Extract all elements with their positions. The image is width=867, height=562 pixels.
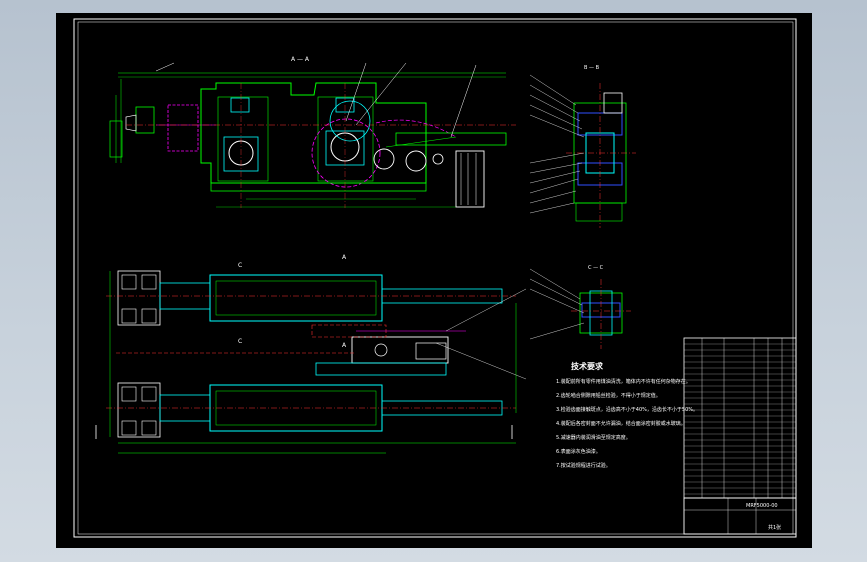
sheet-info: 共1张 <box>768 524 781 531</box>
view-section-b: B — B <box>529 65 636 228</box>
inner-frame <box>77 21 794 535</box>
drawing-number: MRF5000-00 <box>746 503 778 509</box>
view-plan: C A C A <box>95 254 527 454</box>
outer-frame <box>73 18 797 538</box>
tech-req-item-3: 3.检验齿面接触斑点，沿齿高不小于40%，沿齿长不小于50%。 <box>556 406 698 413</box>
tech-req-title: 技术要求 <box>571 361 604 371</box>
view-c-label: C — C <box>588 265 604 271</box>
view-section-a: A — A <box>109 56 516 208</box>
tech-req-item-2: 2.齿轮啮合侧隙用铅丝检验，不得小于规定值。 <box>556 392 661 399</box>
technical-requirements: 技术要求 1.装配前所有零件用煤油清洗，箱体内不许有任何杂物存在。 2.齿轮啮合… <box>556 361 698 469</box>
tech-req-item-1: 1.装配前所有零件用煤油清洗，箱体内不许有任何杂物存在。 <box>556 378 691 385</box>
title-block: MRF5000-00 共1张 <box>683 497 797 535</box>
cad-viewport[interactable]: A — A B — B C A C A C — C 技术要求 1.装配前所有零件… <box>56 13 812 548</box>
section-marker-c1: C <box>238 262 242 269</box>
tech-req-item-5: 5.减速器内装润滑油至规定高度。 <box>556 434 631 441</box>
section-marker-a2: A <box>342 342 347 349</box>
view-b-label: B — B <box>584 65 600 71</box>
assembly-drawing: A — A B — B C A C A C — C 技术要求 1.装配前所有零件… <box>73 18 797 538</box>
tech-req-item-4: 4.装配后各密封面不允许漏油，结合面涂密封胶或水玻璃。 <box>556 420 686 427</box>
section-marker-c2: C <box>238 338 242 345</box>
tech-req-item-7: 7.按试验规程进行试验。 <box>556 462 611 469</box>
view-section-c: C — C <box>529 265 631 349</box>
section-marker-a1: A <box>342 254 347 261</box>
parts-list <box>683 337 797 499</box>
tech-req-item-6: 6.表面涂灰色油漆。 <box>556 448 601 455</box>
view-a-label: A — A <box>291 56 310 63</box>
